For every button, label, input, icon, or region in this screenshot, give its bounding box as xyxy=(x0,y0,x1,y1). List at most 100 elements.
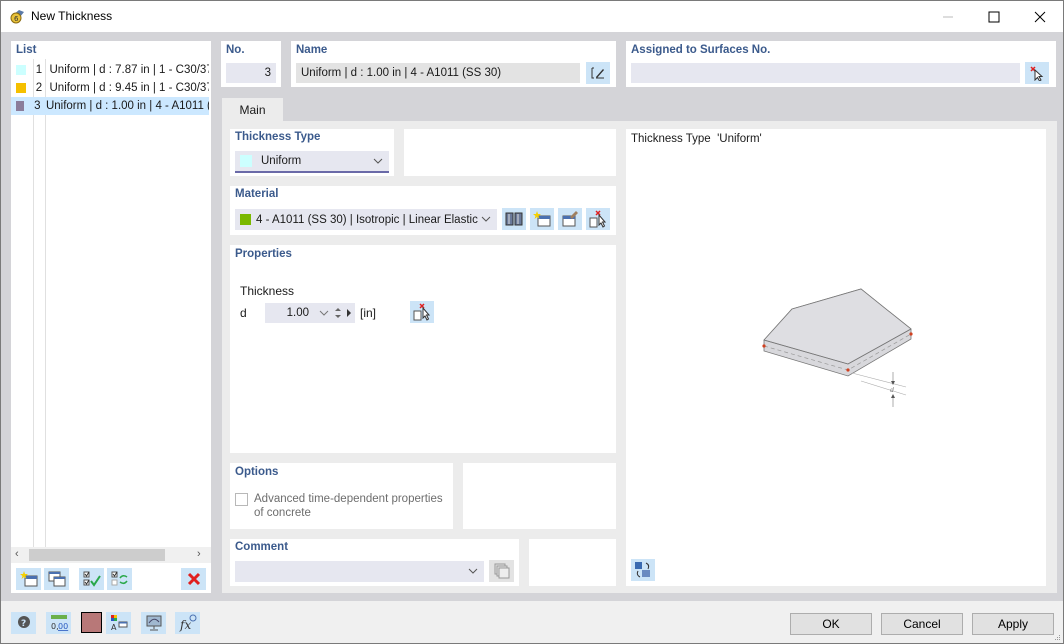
dimension-line xyxy=(860,380,907,396)
properties-panel: Properties Thickness d 1.00 [in] xyxy=(230,245,616,453)
chevron-down-icon[interactable] xyxy=(319,308,329,318)
cancel-button[interactable]: Cancel xyxy=(881,613,963,635)
delete-button[interactable] xyxy=(181,568,206,590)
no-field[interactable]: 3 xyxy=(226,63,276,83)
formula-button[interactable]: fx xyxy=(175,612,200,634)
library-icon xyxy=(505,212,523,226)
new-item-button[interactable] xyxy=(16,568,41,590)
edit-name-button[interactable] xyxy=(586,62,610,84)
apply-label: Apply xyxy=(997,617,1029,631)
thickness-type-panel: Thickness Type Uniform xyxy=(230,129,394,176)
no-panel: No. 3 xyxy=(221,41,281,87)
list-divider xyxy=(45,59,46,547)
color-swatch xyxy=(16,65,26,75)
thickness-type-label: Thickness Type xyxy=(235,131,321,143)
title-bar: 6 New Thickness xyxy=(1,1,1063,32)
copy-item-button[interactable] xyxy=(44,568,69,590)
check-all-button[interactable] xyxy=(79,568,104,590)
preview-refresh-button[interactable] xyxy=(631,559,655,581)
material-dropdown[interactable]: 4 - A1011 (SS 30) | Isotropic | Linear E… xyxy=(235,209,497,230)
edit-window-icon xyxy=(562,211,578,227)
thickness-type-aux-panel xyxy=(404,129,616,176)
comment-dropdown[interactable] xyxy=(235,561,484,582)
assigned-field[interactable] xyxy=(631,63,1020,83)
assigned-label: Assigned to Surfaces No. xyxy=(631,44,771,56)
tab-main[interactable]: Main xyxy=(222,98,283,121)
ok-label: OK xyxy=(822,617,840,631)
thickness-type-dropdown[interactable]: Uniform xyxy=(235,151,389,173)
resize-grip-icon[interactable] xyxy=(1053,633,1061,641)
options-label: Options xyxy=(235,466,279,478)
chevron-down-icon xyxy=(468,568,478,574)
edit-material-button[interactable] xyxy=(558,208,582,230)
thickness-symbol: d xyxy=(240,306,247,320)
tab-main-label: Main xyxy=(239,102,266,117)
close-icon xyxy=(1034,11,1046,22)
material-label: Material xyxy=(235,188,279,200)
ok-button[interactable]: OK xyxy=(790,613,872,635)
list-panel: List 1 Uniform | d : 7.87 in | 1 - C30/3… xyxy=(11,41,211,593)
maximize-icon xyxy=(988,11,1000,22)
copy-icon xyxy=(494,563,509,579)
list-item-label: Uniform | d : 7.87 in | 1 - C30/37 xyxy=(49,64,210,76)
check-all-icon xyxy=(83,571,101,587)
maximize-button[interactable] xyxy=(971,1,1017,32)
new-material-button[interactable] xyxy=(530,208,554,230)
node-point xyxy=(846,368,850,372)
help-button[interactable]: ? xyxy=(11,612,36,634)
pick-thickness-button[interactable] xyxy=(410,301,434,323)
help-icon: ? xyxy=(17,616,30,629)
pick-material-button[interactable] xyxy=(586,208,610,230)
list-item[interactable]: 1 Uniform | d : 7.87 in | 1 - C30/37 xyxy=(11,61,209,79)
arrow-head xyxy=(891,394,895,398)
close-button[interactable] xyxy=(1017,1,1063,32)
list-item-label: Uniform | d : 1.00 in | 4 - A1011 (SS 30… xyxy=(45,100,209,112)
dialog-window: 6 New Thickness List 1 Uniform | d : 7.8… xyxy=(0,0,1064,644)
scroll-right-icon[interactable]: › xyxy=(197,548,201,560)
play-icon[interactable] xyxy=(346,308,352,318)
preview-title: Thickness Type 'Uniform' xyxy=(631,133,762,145)
color-swatch xyxy=(16,83,26,93)
comment-label: Comment xyxy=(235,541,289,553)
chevron-down-icon xyxy=(481,216,491,222)
material-panel: Material 4 - A1011 (SS 30) | Isotropic |… xyxy=(230,186,616,235)
name-field[interactable]: Uniform | d : 1.00 in | 4 - A1011 (SS 30… xyxy=(296,63,580,83)
toggle-check-icon xyxy=(111,571,128,586)
svg-text:fx: fx xyxy=(179,618,191,632)
cancel-label: Cancel xyxy=(903,617,941,631)
select-surfaces-button[interactable] xyxy=(1025,62,1049,84)
scroll-left-icon[interactable]: ‹ xyxy=(15,548,19,560)
window-title: New Thickness xyxy=(31,9,113,23)
spinner-icon[interactable] xyxy=(334,306,342,320)
edit-icon xyxy=(591,67,604,79)
thickness-type-value: Uniform xyxy=(261,155,302,167)
color-swatch-button[interactable] xyxy=(81,612,102,633)
options-aux-panel xyxy=(463,463,616,529)
svg-text:?: ? xyxy=(21,619,26,629)
view-button[interactable] xyxy=(141,612,166,634)
apply-button[interactable]: Apply xyxy=(972,613,1054,635)
thickness-unit: [in] xyxy=(360,306,377,320)
color-swatch xyxy=(16,101,25,111)
minimize-icon xyxy=(943,16,953,17)
material-library-button[interactable] xyxy=(502,208,526,230)
minimize-button[interactable] xyxy=(925,1,971,32)
thickness-input[interactable]: 1.00 xyxy=(265,303,355,323)
time-dependent-checkbox[interactable] xyxy=(235,493,248,506)
list-item-no: 3 xyxy=(34,100,41,112)
view-sync-icon xyxy=(635,562,650,578)
horizontal-scrollbar[interactable]: ‹ › xyxy=(11,547,211,563)
list-item[interactable]: 2 Uniform | d : 9.45 in | 1 - C30/37 xyxy=(11,79,209,97)
comment-library-button[interactable] xyxy=(489,560,514,582)
comment-panel: Comment xyxy=(230,539,519,586)
dimension-line xyxy=(851,372,907,388)
toggle-check-button[interactable] xyxy=(107,568,132,590)
checkbox-label-line2: of concrete xyxy=(254,507,311,519)
checkbox-label-line1: Advanced time-dependent properties xyxy=(254,493,443,505)
display-properties-button[interactable]: A xyxy=(106,612,131,634)
scrollbar-thumb[interactable] xyxy=(29,549,165,561)
units-decimals-button[interactable]: 0, 00 xyxy=(46,612,71,634)
formula-icon: fx xyxy=(179,614,196,632)
list-item-selected[interactable]: 3 Uniform | d : 1.00 in | 4 - A1011 (SS … xyxy=(11,97,209,115)
preview-panel: Thickness Type 'Uniform' d xyxy=(626,129,1046,586)
